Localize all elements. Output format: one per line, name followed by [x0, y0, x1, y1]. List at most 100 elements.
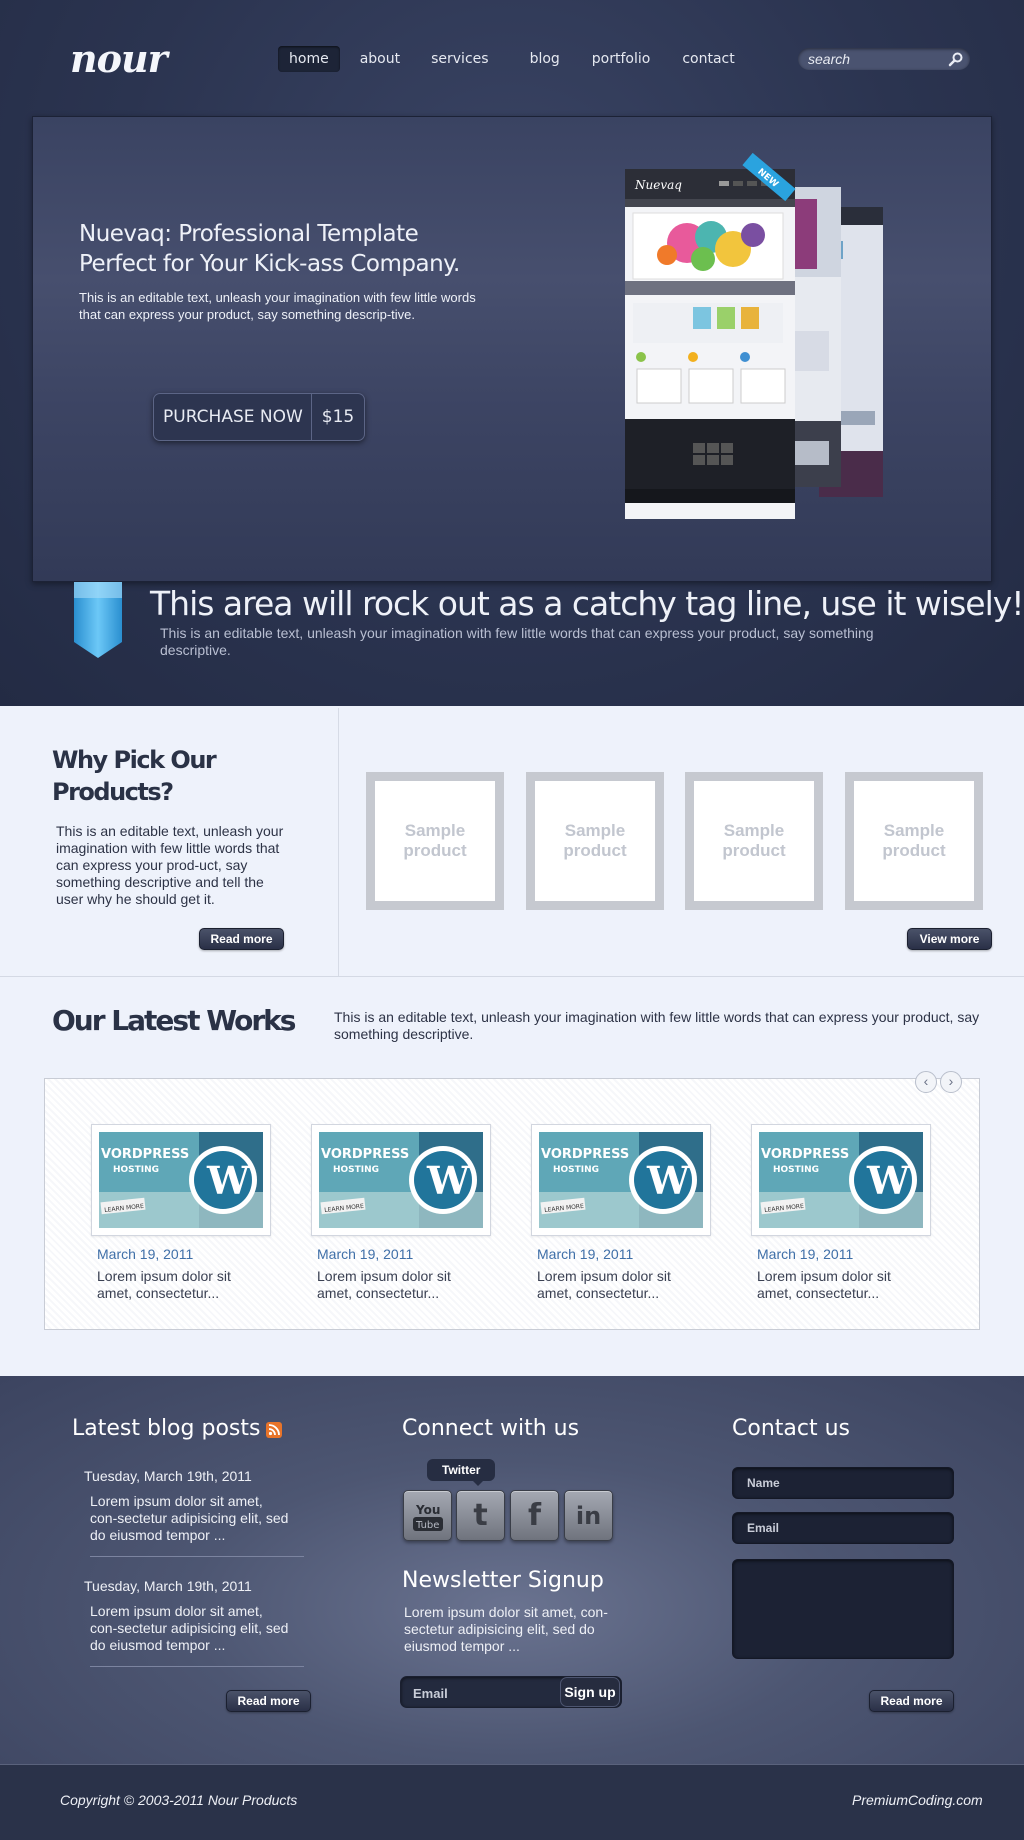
blog-read-more-button[interactable]: Read more: [226, 1690, 311, 1712]
twitter-tooltip: Twitter: [427, 1459, 496, 1486]
nav-services[interactable]: services: [420, 46, 499, 72]
work-description: Lorem ipsum dolor sit amet, consectetur.…: [537, 1268, 671, 1301]
svg-text:W: W: [866, 1158, 911, 1203]
connect-title: Connect with us: [402, 1416, 580, 1441]
nav-portfolio[interactable]: portfolio: [581, 46, 662, 72]
carousel-next-button[interactable]: ›: [940, 1071, 962, 1093]
contact-message-input[interactable]: [747, 1568, 937, 1648]
newsletter-text: Lorem ipsum dolor sit amet, con-sectetur…: [404, 1604, 608, 1654]
work-date[interactable]: March 19, 2011: [757, 1246, 931, 1262]
linkedin-glyph: in: [575, 1501, 602, 1530]
search-box: [798, 48, 970, 70]
signup-button[interactable]: Sign up: [560, 1677, 620, 1707]
contact-email-input[interactable]: [747, 1521, 937, 1535]
why-read-more-button[interactable]: Read more: [199, 928, 284, 950]
product-placeholder: Sample product: [694, 781, 814, 901]
tagline-title: This area will rock out as a catchy tag …: [150, 584, 1024, 623]
svg-text:Tube: Tube: [415, 1520, 439, 1531]
blog-separator: [90, 1666, 304, 1667]
wordpress-hosting-image: W VORDPRESS HOSTING LEARN MORE: [539, 1132, 703, 1228]
work-thumbnail[interactable]: W VORDPRESS HOSTING LEARN MORE: [91, 1124, 271, 1236]
work-date[interactable]: March 19, 2011: [537, 1246, 711, 1262]
work-item: W VORDPRESS HOSTING LEARN MORE March 19,…: [751, 1124, 931, 1302]
latest-works-text: This is an editable text, unleash your i…: [334, 1009, 980, 1042]
thumb-subtitle: HOSTING: [553, 1165, 599, 1175]
newsletter-email-input[interactable]: [413, 1684, 553, 1702]
newsletter-title: Newsletter Signup: [402, 1568, 604, 1593]
hero-text: This is an editable text, unleash your i…: [79, 290, 476, 322]
blog-posts-title: Latest blog posts: [72, 1416, 261, 1441]
site-logo[interactable]: nour: [70, 36, 168, 81]
svg-text:You: You: [415, 1503, 440, 1517]
hero-slider: Nuevaq: Professional Template Perfect fo…: [32, 116, 992, 582]
purchase-price: $15: [321, 407, 355, 427]
work-item: W VORDPRESS HOSTING LEARN MORE March 19,…: [531, 1124, 711, 1302]
product-thumb[interactable]: Sample product: [685, 772, 823, 910]
work-date[interactable]: March 19, 2011: [97, 1246, 271, 1262]
blog-post-date: Tuesday, March 19th, 2011: [84, 1468, 252, 1484]
latest-works-title: Our Latest Works: [52, 1004, 296, 1037]
search-icon[interactable]: [948, 51, 964, 67]
thumb-title: VORDPRESS: [321, 1147, 409, 1162]
view-more-button[interactable]: View more: [907, 928, 992, 950]
thumb-title: VORDPRESS: [541, 1147, 629, 1162]
thumb-subtitle: HOSTING: [113, 1165, 159, 1175]
why-pick-text: This is an editable text, unleash your i…: [56, 823, 284, 907]
thumb-subtitle: HOSTING: [333, 1165, 379, 1175]
section-divider: [338, 708, 339, 976]
product-placeholder: Sample product: [854, 781, 974, 901]
product-thumb[interactable]: Sample product: [366, 772, 504, 910]
blog-post-text[interactable]: Lorem ipsum dolor sit amet, con-sectetur…: [90, 1493, 290, 1544]
contact-title: Contact us: [732, 1416, 850, 1441]
nav-about[interactable]: about: [349, 46, 411, 72]
work-thumbnail[interactable]: W VORDPRESS HOSTING LEARN MORE: [751, 1124, 931, 1236]
work-thumbnail[interactable]: W VORDPRESS HOSTING LEARN MORE: [531, 1124, 711, 1236]
svg-text:W: W: [426, 1158, 471, 1203]
blog-post-text[interactable]: Lorem ipsum dolor sit amet, con-sectetur…: [90, 1603, 290, 1654]
wordpress-hosting-image: W VORDPRESS HOSTING LEARN MORE: [319, 1132, 483, 1228]
product-placeholder: Sample product: [375, 781, 495, 901]
svg-text:W: W: [646, 1158, 691, 1203]
why-pick-title: Why Pick Our Products?: [52, 746, 217, 806]
youtube-icon[interactable]: You Tube: [403, 1490, 452, 1541]
wordpress-hosting-image: W VORDPRESS HOSTING LEARN MORE: [759, 1132, 923, 1228]
thumb-subtitle: HOSTING: [773, 1165, 819, 1175]
section-divider: [0, 976, 1024, 977]
credit-link[interactable]: PremiumCoding.com: [852, 1792, 983, 1808]
svg-text:W: W: [206, 1158, 251, 1203]
product-thumb[interactable]: Sample product: [845, 772, 983, 910]
work-date[interactable]: March 19, 2011: [317, 1246, 491, 1262]
product-placeholder: Sample product: [535, 781, 655, 901]
work-item: W VORDPRESS HOSTING LEARN MORE March 19,…: [311, 1124, 491, 1302]
work-item: W VORDPRESS HOSTING LEARN MORE March 19,…: [91, 1124, 271, 1302]
rss-icon[interactable]: [266, 1422, 282, 1438]
copyright-text: Copyright © 2003-2011 Nour Products: [60, 1792, 298, 1808]
nav-home[interactable]: home: [278, 46, 340, 72]
newsletter-form: Sign up: [400, 1676, 622, 1708]
work-description: Lorem ipsum dolor sit amet, consectetur.…: [317, 1268, 451, 1301]
facebook-icon[interactable]: f: [510, 1490, 559, 1541]
contact-message-field: [732, 1559, 954, 1659]
blog-post-date: Tuesday, March 19th, 2011: [84, 1578, 252, 1594]
carousel-prev-button[interactable]: ‹: [915, 1071, 937, 1093]
contact-name-input[interactable]: [747, 1476, 937, 1490]
linkedin-icon[interactable]: in: [564, 1490, 613, 1541]
purchase-label: PURCHASE NOW: [154, 393, 312, 441]
ribbon-icon: [74, 582, 122, 658]
wordpress-hosting-image: W VORDPRESS HOSTING LEARN MORE: [99, 1132, 263, 1228]
twitter-icon[interactable]: t: [456, 1490, 505, 1541]
thumb-title: VORDPRESS: [761, 1147, 849, 1162]
nav-blog[interactable]: blog: [519, 46, 571, 72]
tagline-text: This is an editable text, unleash your i…: [160, 625, 874, 658]
search-input[interactable]: [808, 50, 938, 68]
purchase-button[interactable]: PURCHASE NOW $15: [153, 393, 366, 441]
contact-read-more-button[interactable]: Read more: [869, 1690, 954, 1712]
contact-email-field: [732, 1512, 954, 1544]
twitter-glyph: t: [473, 1498, 488, 1533]
main-nav: home about services blog portfolio conta…: [278, 46, 755, 72]
work-description: Lorem ipsum dolor sit amet, consectetur.…: [757, 1268, 891, 1301]
work-thumbnail[interactable]: W VORDPRESS HOSTING LEARN MORE: [311, 1124, 491, 1236]
nav-contact[interactable]: contact: [671, 46, 745, 72]
product-thumb[interactable]: Sample product: [526, 772, 664, 910]
hero-title: Nuevaq: Professional Template Perfect fo…: [79, 221, 460, 277]
